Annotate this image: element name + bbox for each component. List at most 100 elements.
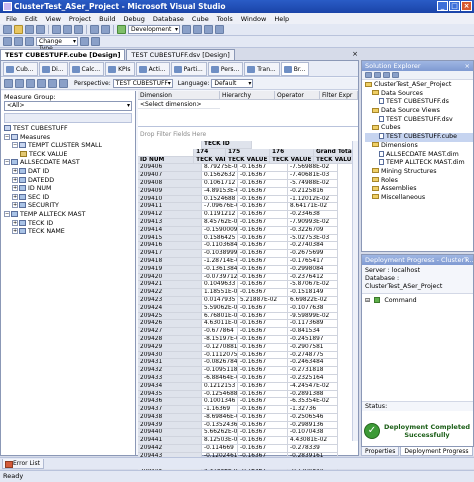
metadata-tree-node[interactable]: TEST CUBESTUFF (4, 125, 134, 134)
row-label-cell[interactable]: 209422 (138, 289, 202, 297)
close-panel-icon[interactable]: × (465, 255, 470, 265)
expand-icon[interactable]: + (12, 219, 18, 226)
metadata-tree-node[interactable]: − TEMPT CLUSTER SMALL (4, 142, 134, 151)
expand-icon[interactable]: + (12, 176, 18, 183)
row-label-cell[interactable]: 209413 (138, 218, 202, 227)
row-label-cell[interactable]: 209441 (138, 437, 202, 446)
close-button[interactable]: × (461, 1, 472, 11)
column-value[interactable]: 175 (226, 148, 270, 157)
menu-tools[interactable]: Tools (213, 15, 237, 23)
filter-header-hierarchy[interactable]: Hierarchy (220, 91, 275, 99)
save-icon[interactable] (25, 25, 34, 34)
view-code-icon[interactable] (383, 72, 390, 78)
cut-icon[interactable] (52, 25, 61, 34)
deployment-command-row[interactable]: ⊟ Command (362, 294, 473, 304)
menu-project[interactable]: Project (65, 15, 95, 23)
pivot-table[interactable]: TECK ID 174 175 176 Grand Total ID NUM T… (138, 141, 358, 482)
solution-tree-node[interactable]: TEMP ALLTECK MAST.dim (365, 159, 473, 168)
solution-tree-node[interactable]: TEST CUBESTUFF.dsv (365, 115, 473, 125)
pivot-vertical-scrollbar[interactable] (352, 141, 358, 441)
menu-help[interactable]: Help (270, 15, 293, 23)
row-label-cell[interactable]: 209406 (138, 164, 202, 173)
tab-perspectives[interactable]: Pers... (207, 61, 244, 76)
undo-icon[interactable] (90, 25, 99, 34)
row-label-cell[interactable]: 209408 (138, 179, 202, 188)
tab-actions[interactable]: Acti... (135, 61, 170, 76)
redo-icon[interactable] (101, 25, 110, 34)
collapse-icon[interactable]: − (4, 133, 10, 140)
menu-edit[interactable]: Edit (21, 15, 42, 23)
menu-debug[interactable]: Debug (120, 15, 149, 23)
column-field-header[interactable]: TECK ID (202, 141, 252, 149)
expand-icon[interactable]: + (12, 193, 18, 200)
filter-header-expression[interactable]: Filter Expr (320, 91, 358, 99)
properties-icon[interactable] (204, 25, 213, 34)
tab-dsv-design[interactable]: TEST CUBESTUFF.dsv [Design] (126, 49, 235, 60)
collapse-icon[interactable]: − (12, 142, 18, 149)
solution-tree-node[interactable]: Miscellaneous (365, 194, 473, 203)
row-label-cell[interactable]: 209421 (138, 281, 202, 290)
row-label-cell[interactable]: 209429 (138, 343, 202, 352)
solution-tree-node[interactable]: ClusterTest_ASer_Project (365, 81, 473, 90)
solution-tree-node[interactable]: Cubes (365, 124, 473, 133)
row-label-cell[interactable]: 209428 (138, 335, 202, 344)
tab-translations[interactable]: Tran... (244, 61, 280, 76)
row-label-cell[interactable]: 209415 (138, 234, 202, 243)
filter-icon[interactable] (48, 79, 57, 88)
row-label-cell[interactable]: 209440 (138, 429, 202, 438)
close-panel-icon[interactable]: × (465, 61, 470, 71)
metadata-tree-node[interactable]: − TEMP ALLTECK MAST (4, 210, 134, 220)
solution-tree-node[interactable]: Dimensions (365, 142, 473, 151)
properties-icon[interactable] (365, 72, 372, 78)
row-label-cell[interactable]: 209424 (138, 304, 202, 313)
collapse-icon[interactable]: − (4, 210, 10, 217)
column-value[interactable]: 174 (194, 148, 226, 157)
find-icon[interactable] (182, 25, 191, 34)
menu-window[interactable]: Window (237, 15, 271, 23)
solution-tree-node[interactable]: Assemblies (365, 185, 473, 194)
minimize-button[interactable]: _ (437, 1, 448, 11)
metadata-tree-node[interactable]: + DATEDD (4, 176, 134, 186)
solution-tree-node[interactable]: Data Source Views (365, 107, 473, 116)
open-folder-icon[interactable] (14, 25, 23, 34)
solution-tree-node[interactable]: TEST CUBESTUFF.ds (365, 98, 473, 107)
show-all-files-icon[interactable] (374, 72, 381, 78)
tab-cube-structure[interactable]: Cub... (3, 61, 38, 76)
solution-tree-node[interactable]: Roles (365, 177, 473, 186)
menu-database[interactable]: Database (149, 15, 188, 23)
reconnect-icon[interactable] (15, 79, 24, 88)
copy-icon[interactable] (63, 25, 72, 34)
metadata-tree-node[interactable]: + TECK NAME (4, 228, 134, 237)
solution-tree-node[interactable]: Data Sources (365, 90, 473, 99)
row-label-cell[interactable]: 209412 (138, 211, 202, 219)
tab-browser[interactable]: Br... (280, 61, 310, 76)
layout-icon[interactable] (14, 37, 23, 46)
row-label-cell[interactable]: 209436 (138, 398, 202, 407)
tab-properties[interactable]: Properties (361, 447, 400, 456)
collapse-icon[interactable]: − (4, 159, 10, 166)
row-label-cell[interactable]: 209410 (138, 195, 202, 204)
toolbox-icon[interactable] (215, 25, 224, 34)
tab-calculations[interactable]: Calc... (68, 61, 105, 76)
row-label-cell[interactable]: 209439 (138, 421, 202, 430)
show-empty-cells-icon[interactable] (59, 79, 68, 88)
row-label-cell[interactable]: 209411 (138, 203, 202, 212)
metadata-tree-node[interactable]: + TECK ID (4, 219, 134, 229)
new-project-icon[interactable] (3, 25, 12, 34)
row-label-cell[interactable]: 209434 (138, 382, 202, 391)
menu-file[interactable]: File (2, 15, 21, 23)
row-label-cell[interactable]: 209430 (138, 351, 202, 360)
menu-build[interactable]: Build (95, 15, 119, 23)
collapse-icon[interactable]: ⊟ (365, 297, 370, 304)
tab-deployment-progress[interactable]: Deployment Progress (400, 447, 473, 456)
menu-view[interactable]: View (41, 15, 64, 23)
row-label-cell[interactable]: 209431 (138, 359, 202, 368)
row-label-cell[interactable]: 209442 (138, 445, 202, 453)
change-type-dropdown[interactable]: Change Type (36, 37, 78, 52)
metadata-tree-node[interactable]: + SEC ID (4, 193, 134, 203)
diagram-icon[interactable] (80, 37, 89, 46)
column-value[interactable]: 176 (270, 148, 314, 157)
save-all-icon[interactable] (36, 25, 45, 34)
view-designer-icon[interactable] (392, 72, 399, 78)
row-label-cell[interactable]: 209417 (138, 250, 202, 258)
